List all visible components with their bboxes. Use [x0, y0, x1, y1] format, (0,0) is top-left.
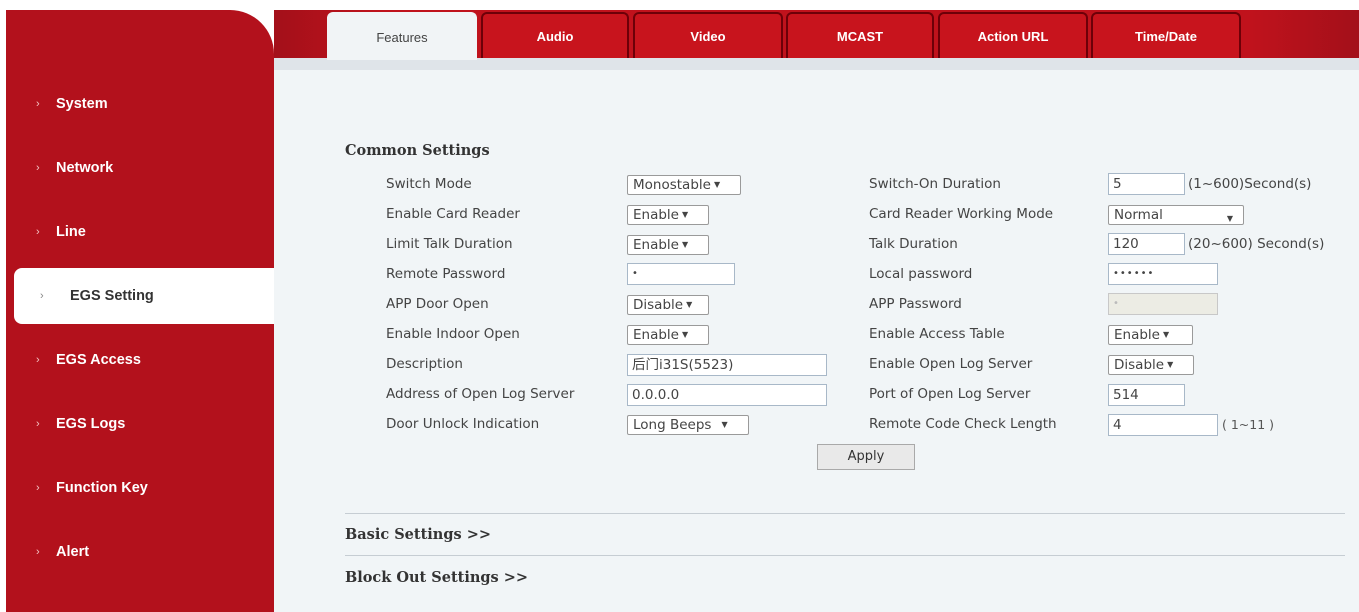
remote-code-check-length-label: Remote Code Check Length — [869, 416, 1057, 432]
port-open-log-server-input[interactable]: 514 — [1108, 384, 1185, 406]
card-reader-working-mode-label: Card Reader Working Mode — [869, 206, 1054, 222]
section-divider — [345, 513, 1345, 514]
app-password-label: APP Password — [869, 296, 962, 312]
card-reader-working-mode-value: Normal — [1114, 207, 1163, 223]
enable-open-log-server-select[interactable]: Disable ▼ — [1108, 355, 1194, 375]
switch-mode-select[interactable]: Monostable ▼ — [627, 175, 741, 195]
app-door-open-label: APP Door Open — [386, 296, 489, 312]
switch-on-duration-input[interactable]: 5 — [1108, 173, 1185, 195]
sidebar-item-line[interactable]: › Line — [6, 203, 268, 261]
talk-duration-label: Talk Duration — [869, 236, 958, 252]
basic-settings-toggle[interactable]: Basic Settings >> — [345, 526, 491, 543]
dropdown-arrow-icon: ▼ — [1226, 214, 1233, 223]
dropdown-arrow-icon: ▼ — [721, 420, 728, 429]
chevron-right-icon: › — [36, 418, 40, 430]
local-password-label: Local password — [869, 266, 973, 282]
block-out-settings-toggle[interactable]: Block Out Settings >> — [345, 569, 528, 586]
sidebar-item-label: EGS Access — [56, 352, 141, 368]
switch-on-duration-unit: (1~600)Second(s) — [1188, 176, 1312, 192]
port-open-log-server-label: Port of Open Log Server — [869, 386, 1031, 402]
sidebar-item-label: Line — [56, 224, 86, 240]
switch-on-duration-label: Switch-On Duration — [869, 176, 1001, 192]
enable-indoor-open-value: Enable — [633, 327, 679, 343]
sidebar-item-label: Function Key — [56, 480, 148, 496]
switch-mode-value: Monostable — [633, 177, 711, 193]
talk-duration-unit: (20~600) Second(s) — [1188, 236, 1325, 252]
tab-audio[interactable]: Audio — [481, 12, 629, 58]
tab-features[interactable]: Features — [327, 12, 477, 60]
enable-card-reader-label: Enable Card Reader — [386, 206, 520, 222]
door-unlock-indication-value: Long Beeps — [633, 417, 712, 433]
enable-indoor-open-select[interactable]: Enable ▼ — [627, 325, 709, 345]
card-reader-working-mode-select[interactable]: Normal ▼ — [1108, 205, 1244, 225]
section-divider — [345, 555, 1345, 556]
dropdown-arrow-icon: ▼ — [686, 300, 693, 309]
remote-password-input[interactable]: • — [627, 263, 735, 285]
tab-video[interactable]: Video — [633, 12, 783, 58]
enable-access-table-select[interactable]: Enable ▼ — [1108, 325, 1193, 345]
sidebar-item-label: Network — [56, 160, 114, 176]
sidebar-item-label: Alert — [56, 544, 90, 560]
address-open-log-server-label: Address of Open Log Server — [386, 386, 575, 402]
app-door-open-select[interactable]: Disable ▼ — [627, 295, 709, 315]
chevron-right-icon: › — [36, 546, 40, 558]
description-label: Description — [386, 356, 463, 372]
local-password-input[interactable]: •••••• — [1108, 263, 1218, 285]
remote-code-check-length-unit: ( 1~11 ) — [1222, 417, 1275, 432]
sidebar-item-label: EGS Setting — [70, 288, 154, 304]
sidebar-item-alert[interactable]: › Alert — [6, 523, 268, 581]
sidebar-item-egs-logs[interactable]: › EGS Logs — [6, 395, 268, 453]
tab-action-url[interactable]: Action URL — [938, 12, 1088, 58]
chevron-right-icon: › — [36, 98, 40, 110]
talk-duration-input[interactable]: 120 — [1108, 233, 1185, 255]
apply-button[interactable]: Apply — [817, 444, 915, 470]
tab-time-date[interactable]: Time/Date — [1091, 12, 1241, 58]
door-unlock-indication-select[interactable]: Long Beeps ▼ — [627, 415, 749, 435]
sidebar-item-egs-setting[interactable]: › EGS Setting — [14, 268, 280, 324]
enable-access-table-value: Enable — [1114, 327, 1160, 343]
sidebar-item-system[interactable]: › System — [6, 75, 268, 133]
address-open-log-server-input[interactable]: 0.0.0.0 — [627, 384, 827, 406]
sidebar-item-egs-access[interactable]: › EGS Access — [6, 331, 268, 389]
description-input[interactable]: 后门i31S(5523) — [627, 354, 827, 376]
chevron-right-icon: › — [40, 290, 44, 302]
enable-open-log-server-value: Disable — [1114, 357, 1165, 373]
sidebar-item-function-key[interactable]: › Function Key — [6, 459, 268, 517]
sidebar-item-label: System — [56, 96, 108, 112]
dropdown-arrow-icon: ▼ — [681, 240, 689, 249]
app-password-input[interactable]: • — [1108, 293, 1218, 315]
tab-mcast[interactable]: MCAST — [786, 12, 934, 58]
limit-talk-duration-label: Limit Talk Duration — [386, 236, 513, 252]
remote-password-label: Remote Password — [386, 266, 506, 282]
sidebar-item-network[interactable]: › Network — [6, 139, 268, 197]
app-door-open-value: Disable — [633, 297, 684, 313]
sidebar: › System › Network › Line › EGS Setting › EGS… — [6, 10, 280, 612]
dropdown-arrow-icon: ▼ — [681, 210, 689, 219]
dropdown-arrow-icon: ▼ — [1167, 360, 1174, 369]
enable-card-reader-value: Enable — [633, 207, 679, 223]
dropdown-arrow-icon: ▼ — [681, 330, 689, 339]
remote-code-check-length-input[interactable]: 4 — [1108, 414, 1218, 436]
switch-mode-label: Switch Mode — [386, 176, 472, 192]
limit-talk-duration-value: Enable — [633, 237, 679, 253]
section-title-common-settings: Common Settings — [345, 142, 490, 159]
enable-indoor-open-label: Enable Indoor Open — [386, 326, 520, 342]
enable-card-reader-select[interactable]: Enable ▼ — [627, 205, 709, 225]
sidebar-item-label: EGS Logs — [56, 416, 126, 432]
dropdown-arrow-icon: ▼ — [713, 180, 721, 189]
chevron-right-icon: › — [36, 482, 40, 494]
chevron-right-icon: › — [36, 162, 40, 174]
dropdown-arrow-icon: ▼ — [1162, 330, 1170, 339]
enable-access-table-label: Enable Access Table — [869, 326, 1005, 342]
limit-talk-duration-select[interactable]: Enable ▼ — [627, 235, 709, 255]
door-unlock-indication-label: Door Unlock Indication — [386, 416, 540, 432]
chevron-right-icon: › — [36, 226, 40, 238]
enable-open-log-server-label: Enable Open Log Server — [869, 356, 1033, 372]
chevron-right-icon: › — [36, 354, 40, 366]
